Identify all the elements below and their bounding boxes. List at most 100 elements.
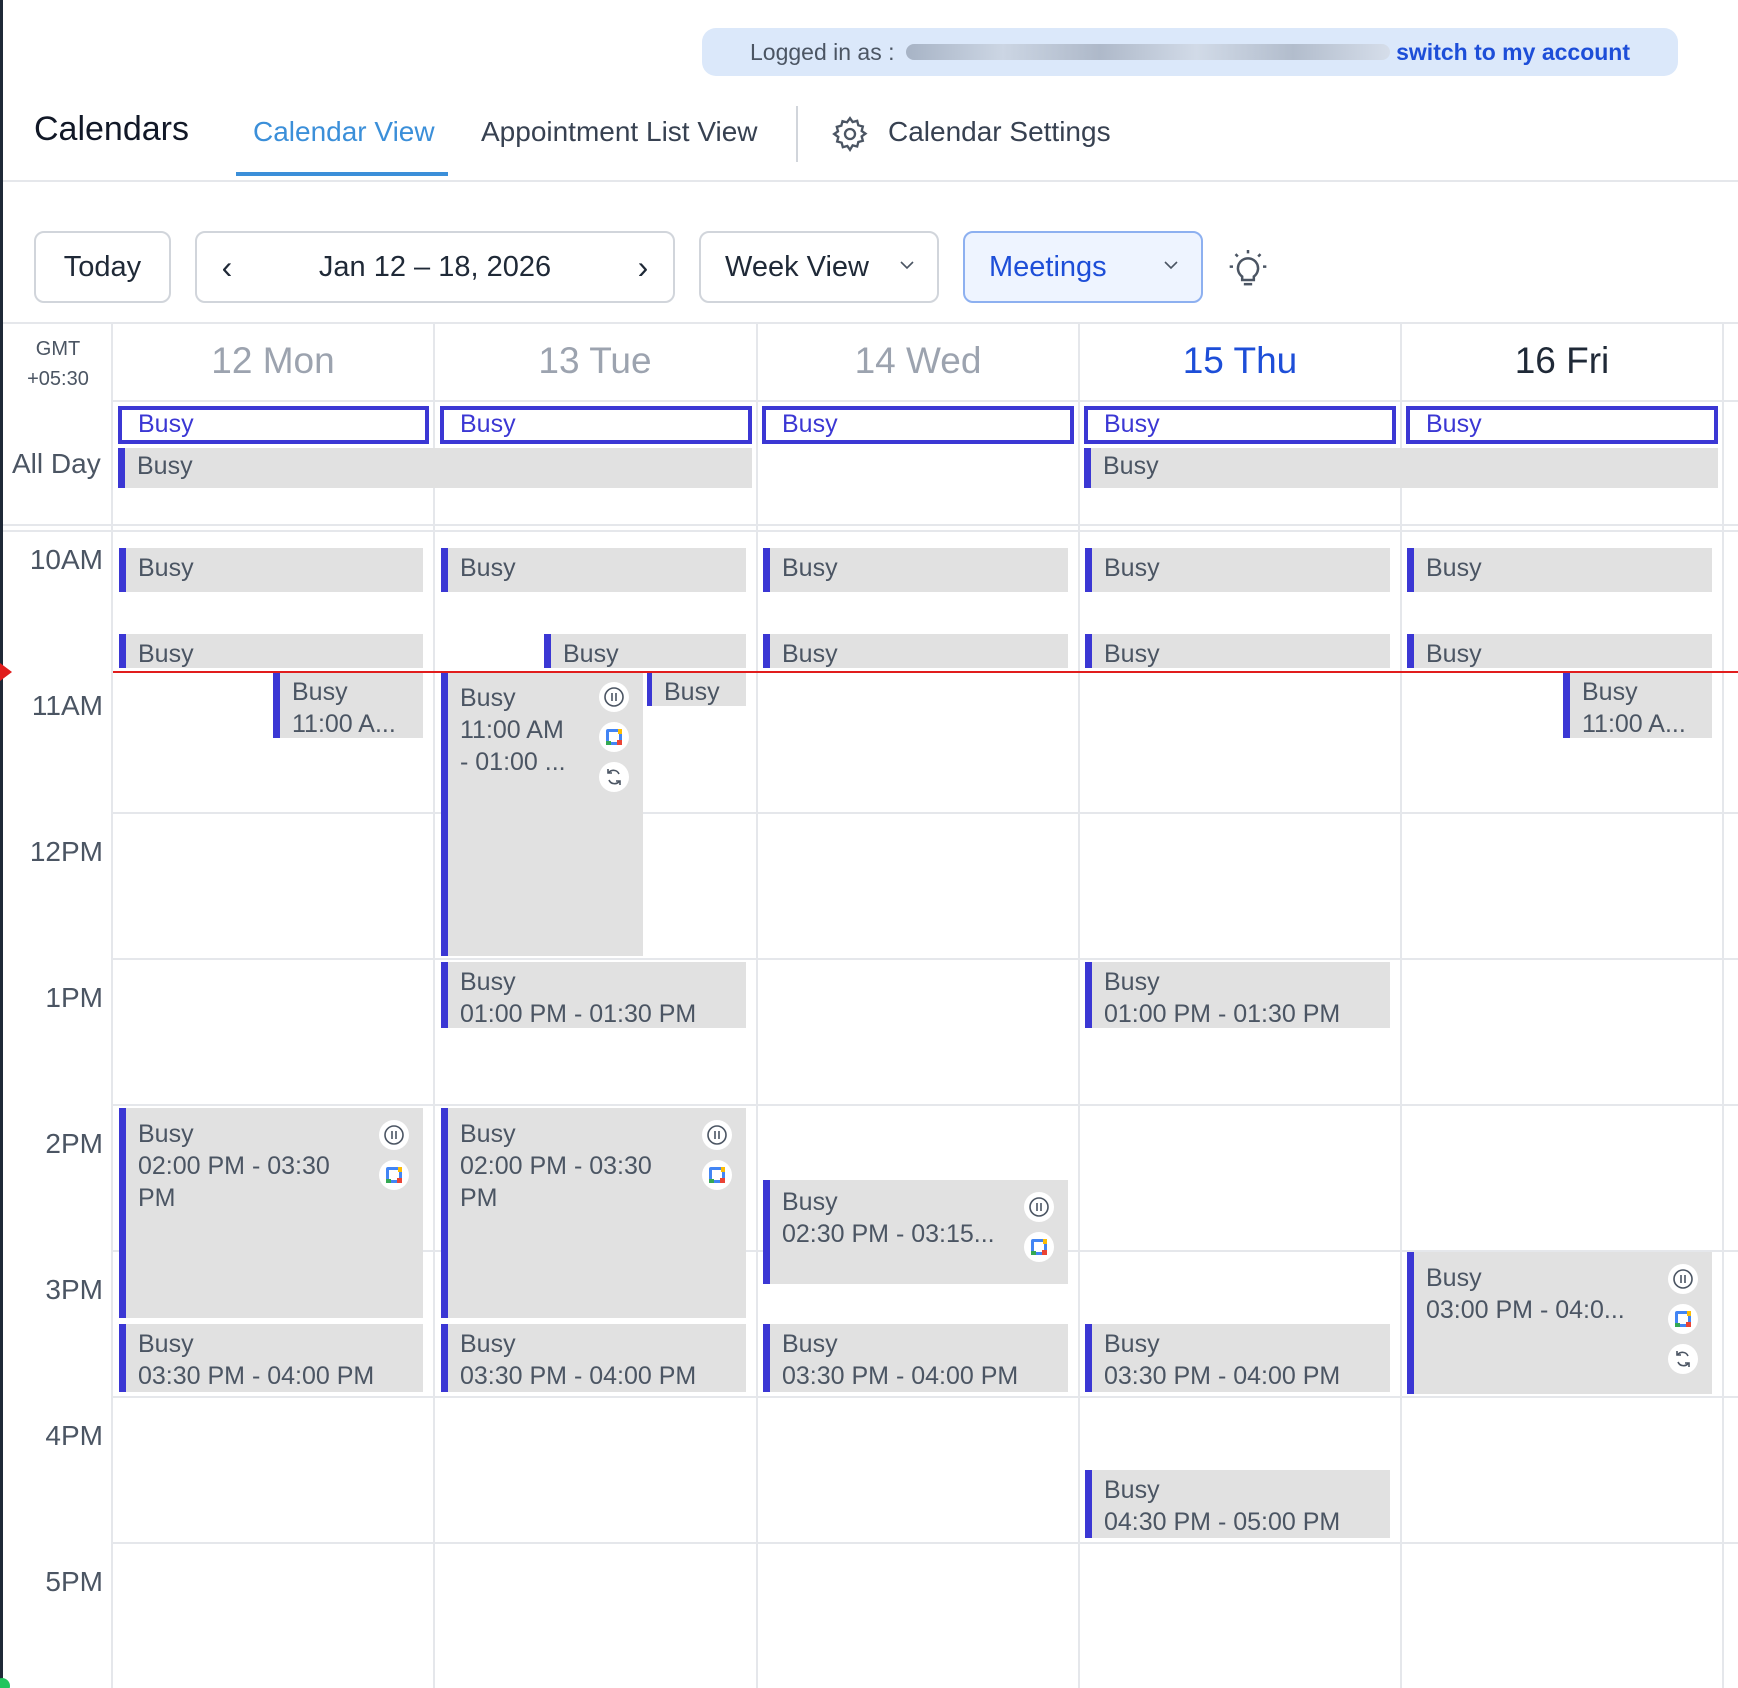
calendar-event[interactable]: Busy 11:00 A... [1563,672,1712,738]
google-calendar-icon [1668,1304,1698,1334]
all-day-event[interactable]: Busy [118,448,752,488]
event-icons [702,1120,732,1190]
calendar-event[interactable]: Busy 03:30 PM - 04:00 PM [1085,1324,1390,1392]
calendar-select[interactable]: Meetings [963,231,1203,303]
pause-icon [1668,1264,1698,1294]
calendar-event[interactable]: Busy [441,548,746,592]
hour-label: 1PM [45,982,103,1013]
calendar-event[interactable]: Busy [1407,548,1712,592]
calendar-event[interactable]: Busy [763,634,1068,668]
current-time-marker [0,663,12,681]
calendar-event[interactable]: Busy [1407,634,1712,668]
calendar-event[interactable]: Busy 04:30 PM - 05:00 PM [1085,1470,1390,1538]
calendar-event[interactable]: Busy 02:00 PM - 03:30 PM [119,1108,423,1318]
calendar-event[interactable]: Busy 11:00 A... [273,672,423,738]
calendar-select-value: Meetings [989,250,1107,283]
hour-label: 3PM [45,1274,103,1305]
all-day-event[interactable]: Busy [1084,448,1718,488]
grid-line [111,322,113,1688]
tab-calendar-view[interactable]: Calendar View [253,116,435,148]
all-day-event[interactable]: Busy [1084,406,1396,444]
timezone-label: GMT +05:30 [18,334,98,394]
grid-line [112,1104,1738,1106]
timezone-gmt: GMT [35,338,81,360]
calendar-event[interactable]: Busy 01:00 PM - 01:30 PM [441,962,746,1028]
current-time-line [113,671,1738,673]
pause-icon [1024,1192,1054,1222]
event-icons [379,1120,409,1190]
grid-line [756,322,758,1688]
today-label: Today [63,250,142,283]
hour-label: 10AM [29,544,103,575]
grid-line [3,322,1738,324]
calendar-event[interactable]: Busy 03:00 PM - 04:0... [1407,1252,1712,1394]
calendar-event[interactable]: Busy 01:00 PM - 01:30 PM [1085,962,1390,1028]
view-select[interactable]: Week View [699,231,939,303]
pause-icon [599,682,629,712]
tab-calendar-settings[interactable]: Calendar Settings [888,116,1111,148]
grid-line [1078,322,1080,1688]
all-day-label: All Day [12,448,101,479]
status-dot [0,1678,10,1688]
google-calendar-icon [379,1160,409,1190]
google-calendar-icon [599,722,629,752]
date-range-picker: ‹ Jan 12 – 18, 2026 › [195,231,675,303]
chevron-down-icon [1164,261,1178,270]
hour-label: 11AM [31,690,103,721]
calendar-event[interactable]: Busy 03:30 PM - 04:00 PM [763,1324,1068,1392]
date-range-label: Jan 12 – 18, 2026 [318,250,552,283]
all-day-event[interactable]: Busy [1406,406,1718,444]
day-header-mon[interactable]: 12 Mon [112,340,434,382]
calendar-event[interactable]: Busy 02:00 PM - 03:30 PM [441,1108,746,1318]
calendar-event[interactable]: Busy 02:30 PM - 03:15... [763,1180,1068,1284]
logged-in-label: Logged in as : [750,38,895,65]
grid-line [112,812,1738,814]
calendar-event[interactable]: Busy [647,672,746,706]
all-day-event[interactable]: Busy [118,406,429,444]
grid-line [3,530,1738,532]
pause-icon [702,1120,732,1150]
lightbulb-icon[interactable] [1228,248,1268,292]
day-header-wed[interactable]: 14 Wed [757,340,1079,382]
timezone-offset: +05:30 [27,368,89,390]
hour-label: 2PM [45,1128,103,1159]
calendar-event[interactable]: Busy 03:30 PM - 04:00 PM [119,1324,423,1392]
calendar-event[interactable]: Busy [119,548,423,592]
calendar-event[interactable]: Busy 03:30 PM - 04:00 PM [441,1324,746,1392]
tab-appointment-list[interactable]: Appointment List View [481,116,758,148]
hour-label: 12PM [29,836,103,867]
calendar-event[interactable]: Busy [544,634,746,668]
day-header-thu[interactable]: 15 Thu [1079,340,1401,382]
sync-icon [1668,1344,1698,1374]
active-tab-indicator [236,172,448,176]
grid-line [112,958,1738,960]
sync-icon [599,762,629,792]
all-day-event[interactable]: Busy [440,406,752,444]
grid-line [433,322,435,1688]
calendar-event[interactable]: Busy 11:00 AM - 01:00 ... [441,672,643,956]
grid-line [112,400,1738,402]
calendar-event[interactable]: Busy [1085,548,1390,592]
grid-line [112,1396,1738,1398]
chevron-down-icon [900,261,914,270]
day-header-fri[interactable]: 16 Fri [1401,340,1723,382]
today-button[interactable]: Today [34,231,171,303]
view-select-value: Week View [725,250,869,283]
settings-gear-icon[interactable] [830,114,870,154]
calendar-event[interactable]: Busy [1085,634,1390,668]
chevron-right-icon[interactable]: › [613,233,673,301]
hour-label: 4PM [45,1420,103,1451]
grid-line [3,524,1738,526]
grid-line [1400,322,1402,1688]
event-icons [1024,1192,1054,1262]
calendar-event[interactable]: Busy [763,548,1068,592]
login-banner: Logged in as : switch to my account [702,28,1678,76]
page-title: Calendars [34,110,189,148]
event-icons [599,682,629,792]
calendar-event[interactable]: Busy [119,634,423,668]
day-header-tue[interactable]: 13 Tue [434,340,756,382]
grid-line [112,1542,1738,1544]
google-calendar-icon [702,1160,732,1190]
all-day-event[interactable]: Busy [762,406,1074,444]
switch-account-link[interactable]: switch to my account [1396,39,1630,66]
